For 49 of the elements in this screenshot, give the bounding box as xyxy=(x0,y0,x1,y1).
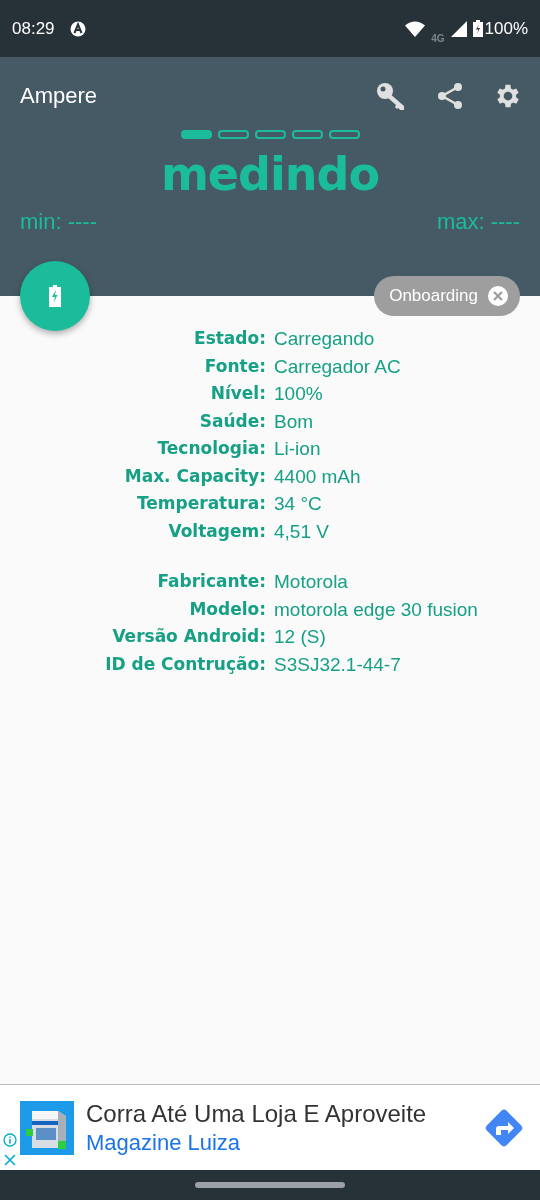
max-reading: max: ---- xyxy=(436,209,520,235)
battery-icon xyxy=(472,20,483,37)
close-icon[interactable] xyxy=(3,1152,17,1167)
info-value: 34 °C xyxy=(274,492,323,516)
info-value: 12 (S) xyxy=(274,625,327,649)
info-label: Fonte: xyxy=(203,354,266,378)
info-label: Saúde: xyxy=(198,409,266,433)
info-label: Temperatura: xyxy=(135,492,266,515)
info-value: Carregando xyxy=(274,327,376,351)
auto-icon xyxy=(68,19,87,38)
info-value: 4400 mAh xyxy=(274,464,362,488)
page-indicator[interactable] xyxy=(217,130,249,139)
min-reading: min: ---- xyxy=(20,209,97,235)
info-label: Nível: xyxy=(209,382,266,405)
info-value: 4,51 V xyxy=(274,519,330,543)
info-label: Max. Capacity: xyxy=(123,464,266,488)
wifi-icon xyxy=(405,20,426,37)
close-icon[interactable] xyxy=(488,286,508,306)
info-label: Modelo: xyxy=(188,597,266,621)
page-indicator[interactable] xyxy=(180,130,212,139)
page-indicator[interactable] xyxy=(291,130,323,139)
signal-icon xyxy=(450,20,467,37)
page-indicator[interactable] xyxy=(254,130,286,139)
battery-level: 100% xyxy=(484,18,528,39)
battery-charging-icon xyxy=(49,285,61,307)
info-value: motorola edge 30 fusion xyxy=(274,597,479,621)
ad-headline: Corra Até Uma Loja E Aproveite xyxy=(86,1099,428,1128)
info-value: Bom xyxy=(274,409,315,433)
info-label: Tecnologia: xyxy=(156,437,266,460)
clock-time: 08:29 xyxy=(12,18,55,39)
info-label: Estado: xyxy=(193,327,266,350)
advertiser-name: Magazine Luiza xyxy=(86,1129,242,1156)
info-value: S3SJ32.1-44-7 xyxy=(274,652,402,676)
info-value: Carregador AC xyxy=(274,354,402,378)
info-icon[interactable] xyxy=(3,1132,17,1147)
page-indicator[interactable] xyxy=(328,130,360,139)
info-label: Fabricante: xyxy=(156,570,266,593)
app-title: Ampere xyxy=(20,83,98,109)
home-handle[interactable] xyxy=(195,1182,345,1188)
info-label: ID de Contrução: xyxy=(104,652,266,676)
measuring-status: medindo xyxy=(159,147,381,201)
battery-button[interactable] xyxy=(20,261,90,331)
info-label: Voltagem: xyxy=(167,519,266,543)
info-value: Li-ion xyxy=(274,437,322,461)
info-value: 100% xyxy=(274,382,324,406)
network-type: 4G xyxy=(431,33,445,44)
ad-banner[interactable]: Corra Até Uma Loja E Aproveite Magazine Luiza xyxy=(0,1084,540,1170)
info-value: Motorola xyxy=(274,570,349,594)
info-label: Versão Android: xyxy=(111,625,266,648)
